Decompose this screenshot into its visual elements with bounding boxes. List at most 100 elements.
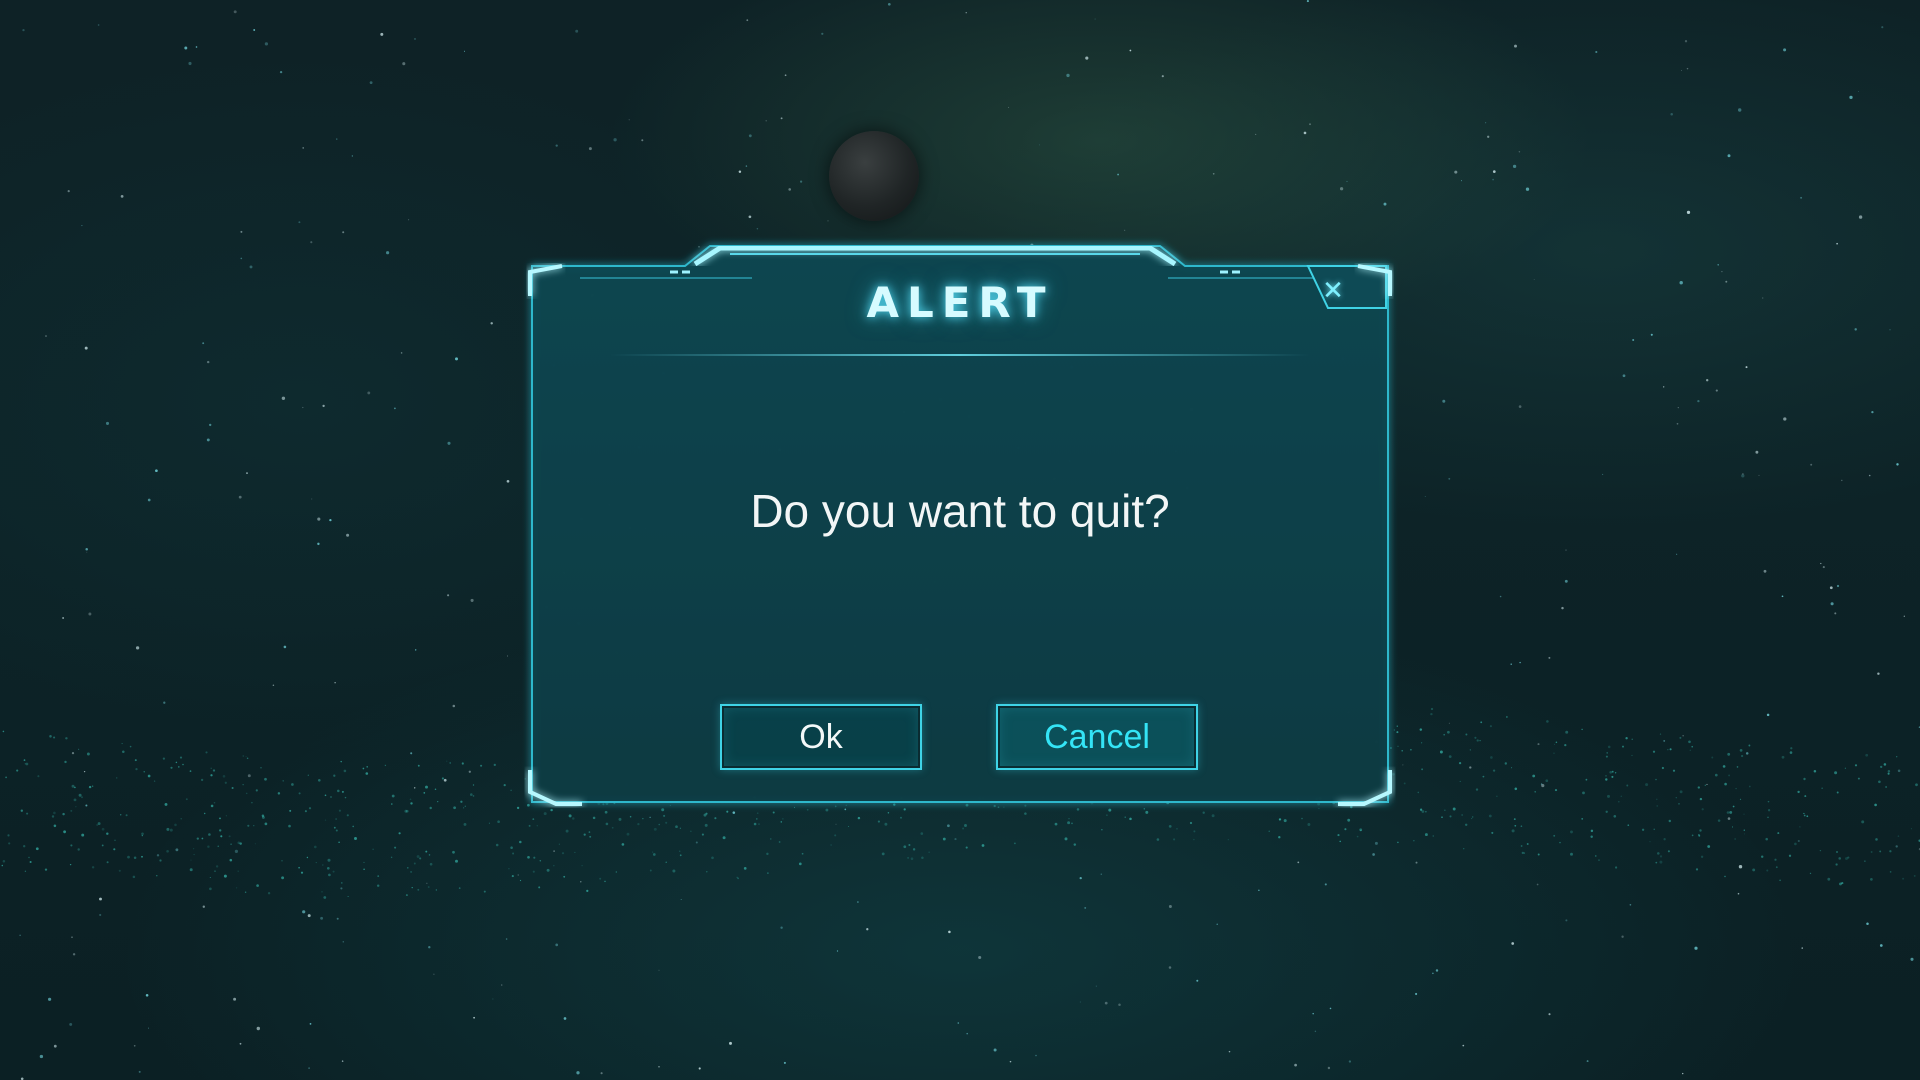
particle bbox=[1727, 752, 1731, 756]
particle bbox=[217, 845, 219, 847]
particle bbox=[1854, 764, 1858, 767]
star bbox=[340, 887, 343, 890]
particle bbox=[1482, 775, 1485, 778]
particle bbox=[1189, 821, 1193, 825]
particle bbox=[16, 769, 19, 772]
star bbox=[1035, 1054, 1037, 1057]
particle bbox=[1520, 825, 1523, 827]
particle bbox=[756, 812, 759, 815]
particle bbox=[1896, 756, 1898, 758]
particle bbox=[390, 856, 393, 859]
particle bbox=[411, 886, 413, 889]
particle bbox=[1461, 814, 1463, 816]
particle bbox=[962, 827, 965, 830]
particle bbox=[24, 870, 27, 872]
particle bbox=[848, 826, 850, 827]
particle bbox=[1731, 826, 1734, 828]
particle bbox=[1732, 805, 1735, 808]
star bbox=[272, 684, 275, 686]
particle bbox=[1193, 830, 1196, 833]
particle bbox=[346, 814, 349, 817]
ok-button[interactable]: Ok bbox=[720, 704, 922, 770]
particle bbox=[1534, 791, 1536, 793]
particle bbox=[1631, 738, 1633, 740]
particle bbox=[169, 828, 173, 832]
particle bbox=[106, 832, 109, 835]
particle bbox=[1480, 721, 1483, 724]
particle bbox=[189, 868, 193, 872]
particle bbox=[354, 837, 357, 840]
star bbox=[1849, 95, 1853, 100]
star bbox=[342, 941, 344, 943]
particle bbox=[690, 830, 692, 832]
particle bbox=[182, 763, 184, 766]
particle bbox=[583, 833, 586, 836]
star bbox=[1009, 1060, 1012, 1063]
particle bbox=[256, 884, 259, 887]
star bbox=[317, 542, 320, 546]
star bbox=[1881, 26, 1884, 29]
particle bbox=[1605, 755, 1608, 758]
star bbox=[1548, 1013, 1551, 1016]
star bbox=[239, 1042, 242, 1045]
star bbox=[1858, 90, 1859, 92]
particle bbox=[210, 804, 214, 808]
particle bbox=[324, 819, 327, 821]
particle bbox=[1511, 767, 1513, 769]
star bbox=[452, 704, 456, 708]
particle bbox=[196, 837, 199, 840]
star bbox=[135, 646, 140, 650]
particle bbox=[877, 820, 880, 823]
star bbox=[788, 188, 792, 191]
star bbox=[1629, 903, 1632, 906]
star bbox=[1681, 70, 1683, 71]
star bbox=[45, 335, 47, 337]
particle bbox=[1607, 745, 1611, 749]
particle bbox=[80, 796, 84, 799]
particle bbox=[1657, 852, 1660, 855]
star bbox=[69, 1022, 73, 1026]
star bbox=[433, 973, 435, 975]
particle bbox=[1743, 833, 1745, 835]
star bbox=[500, 984, 503, 986]
particle bbox=[1582, 791, 1585, 795]
particle bbox=[1489, 725, 1492, 728]
star bbox=[415, 649, 417, 651]
star bbox=[470, 598, 474, 602]
particle bbox=[174, 823, 177, 827]
star bbox=[738, 170, 742, 174]
star bbox=[428, 946, 431, 949]
particle bbox=[546, 868, 550, 872]
particle bbox=[574, 851, 576, 853]
particle bbox=[223, 874, 227, 878]
star bbox=[658, 1066, 660, 1068]
star bbox=[307, 914, 311, 918]
star bbox=[264, 42, 269, 46]
particle bbox=[1847, 856, 1850, 859]
particle bbox=[543, 812, 547, 816]
particle bbox=[1724, 875, 1726, 878]
particle bbox=[1506, 716, 1508, 718]
particle bbox=[207, 845, 210, 848]
particle bbox=[1734, 838, 1736, 840]
star bbox=[336, 917, 339, 920]
star bbox=[1454, 170, 1458, 174]
particle bbox=[239, 842, 242, 845]
particle bbox=[1344, 828, 1347, 831]
cancel-button[interactable]: Cancel bbox=[996, 704, 1198, 770]
star bbox=[281, 396, 286, 400]
particle bbox=[363, 868, 365, 870]
particle bbox=[1613, 814, 1617, 818]
particle bbox=[1605, 810, 1608, 813]
particle bbox=[1659, 860, 1663, 864]
star bbox=[302, 406, 304, 409]
star bbox=[247, 774, 251, 778]
particle bbox=[615, 871, 617, 873]
particle bbox=[53, 811, 56, 815]
particle bbox=[679, 850, 681, 852]
particle bbox=[416, 855, 420, 858]
particle bbox=[780, 821, 783, 823]
star bbox=[993, 1048, 997, 1052]
particle bbox=[672, 869, 676, 873]
close-button[interactable]: ✕ bbox=[1316, 274, 1350, 308]
